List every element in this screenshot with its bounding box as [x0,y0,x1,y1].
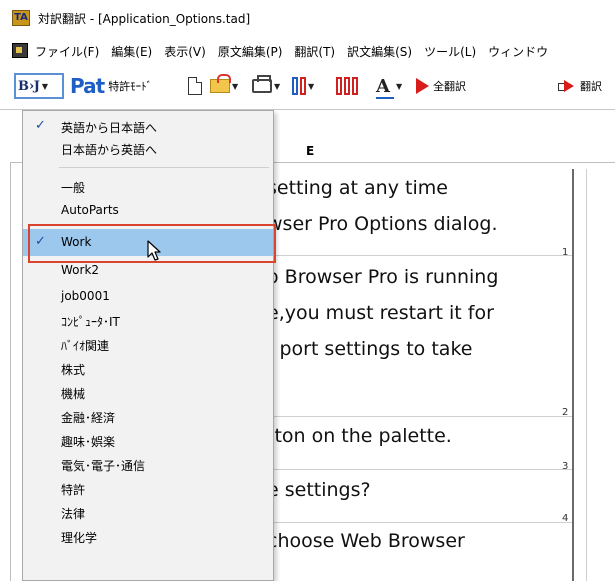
checkmark-icon: ✓ [35,118,46,133]
doc-line[interactable]: tton on the palette. [267,425,452,447]
dictionary-dropdown-menu: ✓ 英語から日本語へ 日本語から英語へ 一般 AutoParts ✓ Work … [22,110,274,581]
menu-view[interactable]: 表示(V) [164,43,206,60]
menu-item-electronics[interactable]: 電気･電子･通信 [23,453,273,475]
title-bar: TA 対訳翻訳 - [Application_Options.tad] [0,0,615,35]
menu-item-label: 機械 [61,387,86,401]
menu-translate[interactable]: 翻訳(T) [294,43,335,60]
menu-item-label: 特許 [61,483,86,497]
menu-item-label: AutoParts [61,203,119,217]
doc-line[interactable]: o Browser Pro is running [267,266,498,288]
menu-bar: ファイル(F) 編集(E) 表示(V) 原文編集(P) 翻訳(T) 訳文編集(S… [0,38,615,64]
font-size-button[interactable]: A ▼ [376,73,402,99]
menu-tools[interactable]: ツール(L) [424,43,476,60]
menu-item-label: 一般 [61,181,86,195]
row-divider [274,255,572,256]
menu-edit[interactable]: 編集(E) [111,43,152,60]
row-divider [274,469,572,470]
printer-icon [252,75,272,93]
row-divider [274,522,572,523]
doc-line[interactable]: e,you must restart it for [267,302,494,324]
column-separator[interactable] [572,169,574,581]
new-document-button[interactable] [188,73,202,99]
menu-item-label: 日本語から英語へ [61,143,158,157]
menu-window[interactable]: ウィンドウ [488,43,548,60]
bj-label: B›J [18,78,40,94]
new-document-icon [188,77,202,95]
row-divider [274,416,572,417]
menu-item-computer-it[interactable]: ｺﾝﾋﾟｭｰﾀ･IT [23,309,273,331]
chevron-down-icon: ▼ [232,81,239,91]
translate-arrow-icon [558,80,576,92]
menu-item-patent[interactable]: 特許 [23,477,273,499]
play-icon [416,78,429,94]
menu-item-label: 法律 [61,507,86,521]
menu-item-law[interactable]: 法律 [23,501,273,523]
split-columns-icon [292,77,306,95]
doc-line[interactable]: wser Pro Options dialog. [267,213,498,235]
translate-label: 翻訳 [580,80,602,93]
open-button[interactable]: ▼ [210,73,238,99]
patent-mode-button[interactable]: Pat 特許ﾓｰﾄﾞ [70,73,152,99]
menu-item-bio[interactable]: ﾊﾞｲｵ関連 [23,333,273,355]
menu-item-general[interactable]: 一般 [23,175,273,197]
menu-item-stocks[interactable]: 株式 [23,357,273,379]
chevron-down-icon: ▼ [395,81,403,91]
left-border [10,163,11,581]
menu-item-label: ｺﾝﾋﾟｭｰﾀ･IT [61,315,120,329]
menu-item-label: 株式 [61,363,86,377]
menu-item-english-to-japanese[interactable]: ✓ 英語から日本語へ [23,115,273,137]
row-number: 3 [562,461,569,472]
translation-direction-button[interactable]: B›J ▼ [14,73,64,99]
menu-item-japanese-to-english[interactable]: 日本語から英語へ [23,137,273,159]
translate-all-button[interactable]: 全翻訳 [416,73,466,99]
menu-item-label: 理化学 [61,531,98,545]
menu-item-finance[interactable]: 金融･経済 [23,405,273,427]
row-number: 1 [562,247,569,258]
doc-line[interactable]: / port settings to take [267,338,472,360]
chevron-down-icon: ▼ [41,81,49,91]
translate-all-label: 全翻訳 [433,80,466,93]
menu-item-label: 英語から日本語へ [61,121,158,135]
menu-item-science[interactable]: 理化学 [23,525,273,547]
chevron-down-icon: ▼ [274,81,281,91]
open-folder-icon [210,74,231,93]
menu-item-label: ﾊﾞｲｵ関連 [61,339,110,353]
print-button[interactable]: ▼ [252,73,280,99]
menu-item-label: 金融･経済 [61,411,116,425]
translate-button[interactable]: 翻訳 [558,73,602,99]
doc-line[interactable]: e settings? [267,479,371,501]
menu-file[interactable]: ファイル(F) [35,43,99,60]
layout-horizontal-button[interactable]: ▼ [292,73,314,99]
doc-line[interactable]: setting at any time [267,177,448,199]
patent-mode-label: 特許ﾓｰﾄﾞ [108,80,153,93]
menu-item-machinery[interactable]: 機械 [23,381,273,403]
menu-separator [59,167,269,168]
menu-item-autoparts[interactable]: AutoParts [23,199,273,221]
menu-item-label: 趣味･娯楽 [61,435,116,449]
toolbar: B›J ▼ Pat 特許ﾓｰﾄﾞ ▼ ▼ ▼ A ▼ 全翻訳 翻訳 [0,66,615,110]
menu-item-label: job0001 [61,289,110,303]
menu-item-hobby[interactable]: 趣味･娯楽 [23,429,273,451]
menu-item-label: Work2 [61,263,100,277]
menu-target-edit[interactable]: 訳文編集(S) [347,43,412,60]
chevron-down-icon: ▼ [308,81,315,91]
menu-item-job0001[interactable]: job0001 [23,285,273,307]
column-header-label: E [306,144,315,158]
window-title: 対訳翻訳 - [Application_Options.tad] [38,12,251,26]
menu-source-edit[interactable]: 原文編集(P) [218,43,283,60]
font-size-icon: A [376,75,394,99]
three-columns-icon [336,77,358,95]
app-icon: TA [12,10,30,26]
menu-item-label: 電気･電子･通信 [61,459,146,473]
column-separator-thin [586,169,587,581]
pat-logo-icon: Pat [70,74,105,98]
doc-line[interactable]: choose Web Browser [267,530,465,552]
mouse-pointer-icon [147,240,161,261]
document-menu-icon[interactable] [12,43,28,58]
layout-columns-button[interactable] [336,73,358,99]
